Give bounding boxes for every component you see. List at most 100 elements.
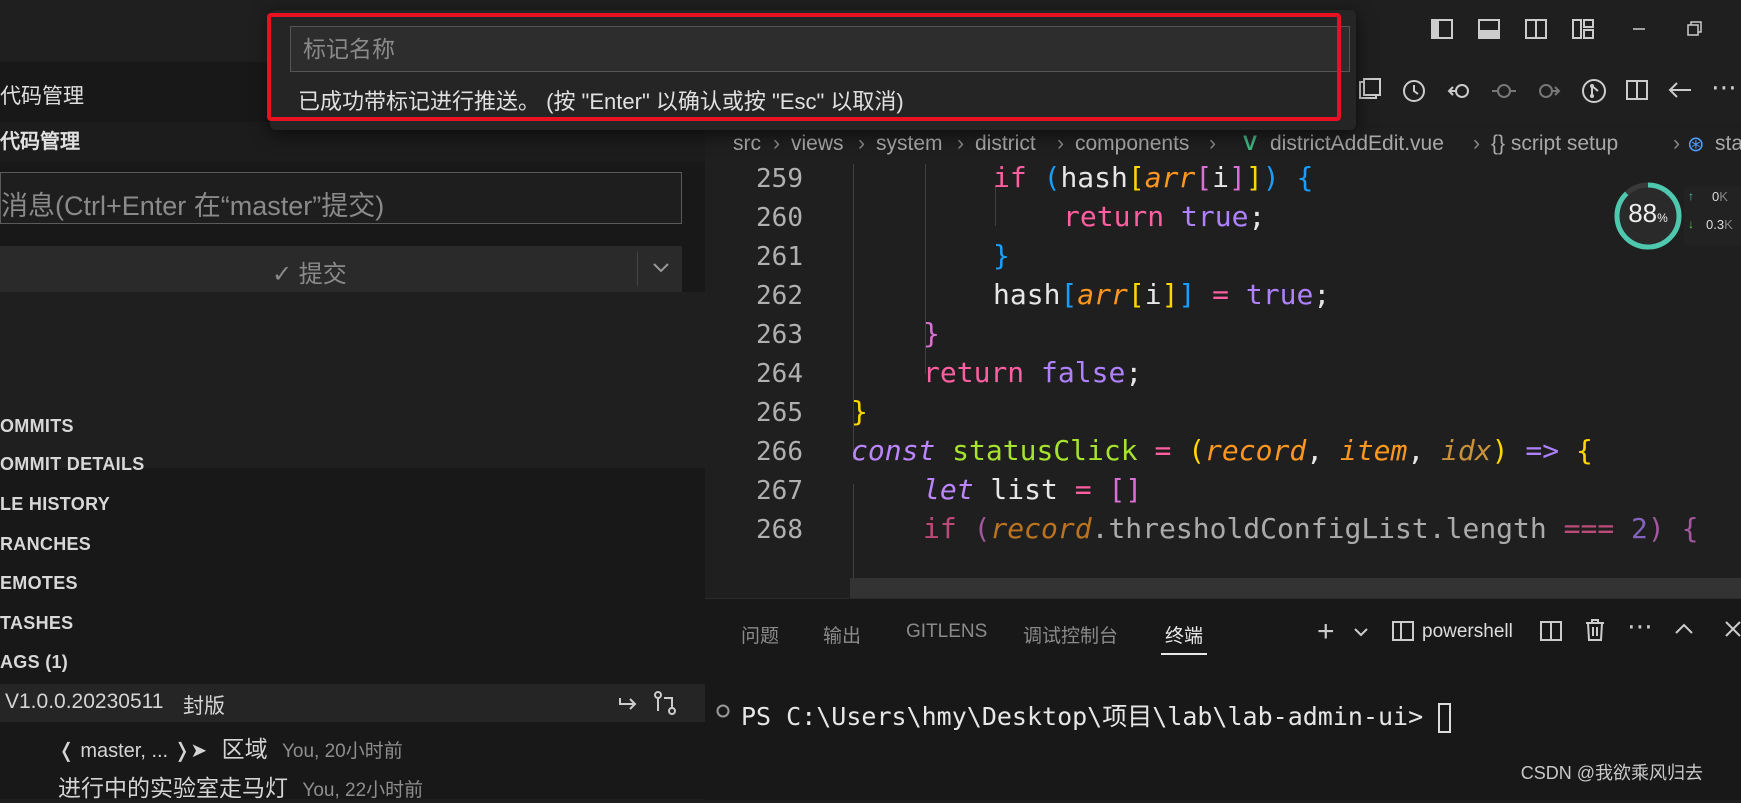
section-commit-details[interactable]: OMMIT DETAILS — [0, 454, 145, 475]
terminal-status-icon — [715, 703, 731, 719]
section-remotes[interactable]: EMOTES — [0, 573, 78, 594]
tab-gitlens[interactable]: GITLENS — [906, 621, 987, 643]
symbol-icon: ⊛ — [1687, 133, 1705, 156]
breadcrumb-item[interactable]: districtAddEdit.vue — [1270, 132, 1444, 156]
line-number: 259 — [756, 164, 803, 194]
breadcrumb: src › views › system › district › compon… — [705, 128, 1741, 164]
commit-row[interactable]: ❬ master, ... ❭➤ 区域 You, 20小时前 — [58, 730, 403, 764]
download-arrow-icon: ↓ — [1688, 217, 1694, 231]
commit-button[interactable]: ✓ 提交 — [0, 246, 682, 292]
next-revision-icon[interactable] — [1535, 78, 1561, 104]
source-control-panel: 代码管理 代码管理 消息(Ctrl+Enter 在“master”提交) ✓ 提… — [0, 62, 705, 801]
vue-file-icon: V — [1243, 132, 1258, 155]
breadcrumb-item[interactable]: views — [791, 132, 844, 156]
chevron-right-icon: › — [957, 132, 964, 155]
split-editor-icon[interactable] — [1625, 78, 1649, 102]
toggle-panel-icon[interactable] — [1475, 14, 1503, 44]
breadcrumb-item[interactable]: sta — [1715, 132, 1741, 156]
maximize-panel-icon[interactable] — [1673, 621, 1695, 637]
git-graph-icon[interactable] — [1581, 78, 1607, 104]
close-icon[interactable] — [1723, 619, 1741, 639]
commit-row[interactable]: 进行中的实验室走马灯 You, 22小时前 — [58, 769, 423, 803]
terminal-shell-name[interactable]: powershell — [1422, 621, 1513, 643]
tag-name-input-box[interactable] — [290, 26, 1350, 72]
code-editor[interactable]: 259 260 261 262 263 264 265 266 267 268 … — [705, 164, 1741, 598]
download-unit: K — [1724, 217, 1733, 232]
chevron-right-icon: › — [858, 132, 865, 155]
line-number: 261 — [756, 242, 803, 272]
breadcrumb-item[interactable]: {} script setup — [1491, 132, 1618, 156]
chevron-down-icon[interactable] — [650, 256, 672, 278]
code-line: if (record.thresholdConfigList.length ==… — [923, 512, 1699, 545]
changes-area — [0, 292, 705, 468]
code-line: } — [923, 317, 940, 350]
minimize-icon[interactable] — [1625, 14, 1653, 44]
previous-revision-icon[interactable] — [1447, 78, 1473, 104]
commit-button-text: 提交 — [298, 261, 347, 288]
chevron-right-icon: › — [773, 132, 780, 155]
section-file-history[interactable]: LE HISTORY — [0, 494, 110, 515]
upload-arrow-icon: ↑ — [1688, 189, 1694, 203]
customize-layout-icon[interactable] — [1569, 14, 1597, 44]
terminal-cursor — [1438, 703, 1452, 733]
section-branches[interactable]: RANCHES — [0, 534, 91, 555]
network-rates: ↑ 0K ↓ 0.3K — [1684, 186, 1741, 246]
history-icon[interactable] — [1401, 78, 1427, 104]
quick-input-message: 已成功带标记进行推送。 (按 "Enter" 以确认或按 "Esc" 以取消) — [298, 89, 904, 114]
tab-debug-console[interactable]: 调试控制台 — [1023, 621, 1118, 648]
toggle-secondary-sidebar-icon[interactable] — [1522, 14, 1550, 44]
open-changes-icon[interactable] — [1357, 78, 1381, 102]
commit-message-input[interactable]: 消息(Ctrl+Enter 在“master”提交) — [0, 172, 682, 224]
toggle-primary-sidebar-icon[interactable] — [1428, 14, 1456, 44]
breadcrumb-item[interactable]: components — [1075, 132, 1189, 156]
commit-button-divider — [637, 252, 638, 286]
split-terminal-icon[interactable] — [1539, 619, 1563, 643]
watermark: CSDN @我欲乘风归去 — [1520, 763, 1703, 783]
chevron-right-icon: › — [1057, 132, 1064, 155]
code-line: } — [993, 239, 1010, 272]
tag-item[interactable]: V1.0.0.20230511 封版 — [0, 684, 705, 722]
code-line: } — [851, 395, 868, 428]
commit-meta: You, 22小时前 — [302, 780, 424, 801]
compare-icon[interactable] — [652, 690, 678, 716]
line-number: 267 — [756, 476, 803, 506]
commit-meta: You, 20小时前 — [281, 741, 403, 762]
tab-problems[interactable]: 问题 — [741, 621, 779, 648]
commit-message: 进行中的实验室走马灯 — [58, 775, 288, 801]
tag-name-quick-input: 已成功带标记进行推送。 (按 "Enter" 以确认或按 "Esc" 以取消) — [267, 10, 1356, 130]
terminal-shell-icon — [1391, 619, 1415, 643]
code-line: if (hash[arr[i]]) { — [993, 164, 1314, 194]
restore-icon[interactable] — [1680, 14, 1708, 44]
breadcrumb-item[interactable]: system — [876, 132, 943, 156]
tag-note: 封版 — [183, 695, 225, 718]
breadcrumb-item[interactable]: district — [975, 132, 1036, 156]
tab-terminal[interactable]: 终端 — [1165, 621, 1203, 648]
section-stashes[interactable]: TASHES — [0, 613, 73, 634]
more-actions-icon[interactable]: ⋯ — [1627, 611, 1653, 642]
arrow-left-icon[interactable] — [1667, 78, 1693, 102]
section-tags[interactable]: AGS (1) — [0, 652, 68, 673]
trash-icon[interactable] — [1583, 617, 1607, 643]
code-line: let list = [] — [923, 473, 1143, 506]
new-terminal-icon[interactable]: + — [1317, 617, 1335, 647]
code-line: return false; — [923, 356, 1143, 389]
scm-header-title: 代码管理 — [0, 85, 84, 108]
line-number: 263 — [756, 320, 803, 350]
usage-percent: 88% — [1612, 198, 1684, 229]
breadcrumb-item[interactable]: src — [733, 132, 761, 156]
more-actions-icon[interactable]: ⋯ — [1711, 72, 1737, 103]
line-number: 260 — [756, 203, 803, 233]
usage-value: 88 — [1628, 198, 1658, 228]
commit-message-placeholder: 消息(Ctrl+Enter 在“master”提交) — [1, 191, 385, 221]
tag-label: V1.0.0.20230511 — [5, 690, 164, 713]
line-number: 266 — [756, 437, 803, 467]
switch-to-tag-icon[interactable] — [617, 692, 641, 714]
download-value: 0.3 — [1706, 217, 1725, 232]
commit-dot-icon[interactable] — [1491, 78, 1517, 104]
terminal-output[interactable]: PS C:\Users\hmy\Desktop\项目\lab\lab-admin… — [716, 697, 1452, 733]
section-commits[interactable]: OMMITS — [0, 416, 74, 437]
code-line: hash[arr[i]] = true; — [993, 278, 1331, 311]
tag-name-input[interactable] — [291, 27, 1349, 71]
tab-output[interactable]: 输出 — [823, 621, 861, 648]
chevron-down-icon[interactable] — [1353, 625, 1369, 639]
